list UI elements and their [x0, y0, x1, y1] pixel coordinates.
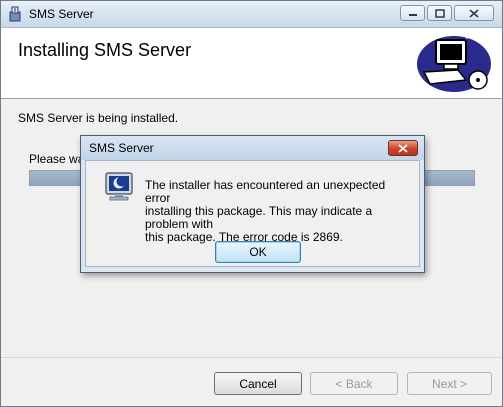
status-text: SMS Server is being installed. — [18, 111, 179, 125]
installer-box-icon — [9, 6, 21, 22]
maximize-icon — [434, 8, 445, 18]
dialog-title-bar[interactable]: SMS Server — [81, 136, 424, 160]
minimize-button[interactable] — [400, 5, 425, 21]
close-button[interactable] — [454, 5, 494, 21]
dialog-body: The installer has encountered an unexpec… — [85, 160, 420, 267]
computer-install-icon — [417, 35, 491, 92]
back-button[interactable]: < Back — [310, 372, 398, 395]
dialog-title: SMS Server — [89, 141, 154, 155]
caption-buttons — [400, 5, 494, 22]
title-bar[interactable]: SMS Server — [1, 1, 502, 28]
maximize-button[interactable] — [427, 5, 452, 21]
close-icon — [398, 143, 408, 153]
error-dialog: SMS Server The installer has encountered… — [80, 135, 425, 273]
header-banner: Installing SMS Server — [1, 28, 502, 99]
error-message: The installer has encountered an unexpec… — [145, 178, 386, 244]
ok-button[interactable]: OK — [215, 241, 301, 263]
close-icon — [469, 8, 479, 18]
cancel-button[interactable]: Cancel — [214, 372, 302, 395]
footer-divider — [1, 357, 502, 358]
window-title: SMS Server — [29, 7, 94, 21]
minimize-icon — [408, 14, 417, 16]
page-title: Installing SMS Server — [18, 40, 192, 60]
monitor-moon-icon — [105, 172, 133, 201]
next-button[interactable]: Next > — [407, 372, 492, 395]
wait-text: Please wai — [29, 152, 88, 166]
dialog-close-button[interactable] — [388, 140, 418, 156]
